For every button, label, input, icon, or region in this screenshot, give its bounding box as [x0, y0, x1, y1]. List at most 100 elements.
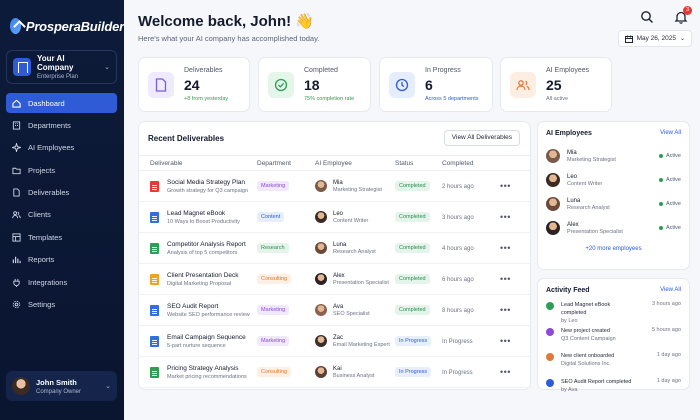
more-options-icon[interactable]: ••• — [500, 274, 511, 284]
sidebar-item-ai-employees[interactable]: AI Employees — [6, 138, 117, 158]
completed-time: In Progress — [442, 338, 473, 345]
table-row[interactable]: Competitor Analysis Report Analysis of t… — [139, 232, 530, 264]
user-menu[interactable]: John Smith Company Owner ⌄ — [6, 371, 117, 401]
employee-role: SEO Specialist — [333, 310, 370, 317]
stat-card-completed[interactable]: Completed 18 75% completion rate — [258, 57, 371, 112]
employee-name: Zac — [333, 334, 344, 341]
date-picker[interactable]: May 26, 2025 ⌄ — [617, 30, 692, 47]
employee-list-item[interactable]: Mia Marketing Strategist Active — [538, 144, 689, 168]
file-icon — [150, 242, 159, 254]
avatar — [315, 180, 327, 192]
card-title: Recent Deliverables — [148, 134, 225, 143]
activity-detail: Q3 Content Campaign — [561, 335, 616, 342]
more-options-icon[interactable]: ••• — [500, 243, 511, 253]
deliverable-title[interactable]: Social Media Strategy Plan — [167, 179, 248, 186]
sidebar-item-reports[interactable]: Reports — [6, 250, 117, 270]
employee-cell: Luna Research Analyst — [315, 242, 395, 255]
stat-card-deliverables[interactable]: Deliverables 24 +8 from yesterday — [138, 57, 250, 112]
employee-role: Content Writer — [333, 217, 369, 224]
deliverable-title[interactable]: Lead Magnet eBook — [167, 210, 240, 217]
user-icon — [546, 353, 554, 361]
avatar — [546, 173, 560, 187]
column-header[interactable]: AI Employee — [315, 155, 395, 171]
stat-sub: 75% completion rate — [304, 96, 355, 102]
file-icon — [150, 211, 159, 223]
more-employees-link[interactable]: +20 more employees — [538, 246, 689, 252]
sidebar-item-settings[interactable]: Settings — [6, 295, 117, 315]
stat-card-in-progress[interactable]: In Progress 6 Across 5 departments — [379, 57, 493, 112]
deliverable-cell: Pricing Strategy Analysis Market pricing… — [139, 365, 257, 380]
sidebar-item-templates[interactable]: Templates — [6, 227, 117, 247]
sidebar-item-projects[interactable]: Projects — [6, 160, 117, 180]
card-title: AI Employees — [546, 130, 592, 137]
deliverable-subtitle: 10 Ways to Boost Productivity — [167, 218, 240, 225]
sidebar-item-dashboard[interactable]: Dashboard — [6, 93, 117, 113]
chevron-down-icon: ⌄ — [104, 64, 110, 71]
completed-time: 2 hours ago — [442, 183, 474, 190]
table-row[interactable]: Lead Magnet eBook 10 Ways to Boost Produ… — [139, 201, 530, 233]
avatar — [546, 221, 560, 235]
document-icon — [13, 188, 20, 197]
activity-feed-card: Activity Feed View All Lead Magnet eBook… — [537, 278, 690, 393]
table-row[interactable]: Social Media Strategy Plan Growth strate… — [139, 170, 530, 202]
column-header[interactable]: Department — [257, 155, 315, 171]
employee-role: Business Analyst — [333, 372, 375, 379]
activity-item[interactable]: SEO Audit Report completed by Ava 1 day … — [538, 378, 689, 404]
sidebar-item-departments[interactable]: Departments — [6, 115, 117, 135]
avatar — [546, 197, 560, 211]
deliverable-title[interactable]: Client Presentation Deck — [167, 272, 239, 279]
sidebar-item-label: Templates — [28, 232, 63, 242]
chevron-down-icon: ⌄ — [105, 383, 111, 390]
employee-cell: Kai Business Analyst — [315, 366, 395, 379]
avatar — [12, 377, 30, 395]
table-row[interactable]: SEO Audit Report Website SEO performance… — [139, 294, 530, 326]
employee-name: Mia — [333, 179, 343, 186]
notifications-button[interactable]: 3 — [674, 6, 692, 24]
employee-list-item[interactable]: Luna Research Analyst Active — [538, 192, 689, 216]
column-header[interactable]: Completed — [442, 155, 500, 171]
recent-deliverables-card: Recent Deliverables View All Deliverable… — [138, 121, 531, 390]
deliverables-table: Deliverable Department AI Employee Statu… — [139, 155, 530, 388]
more-options-icon[interactable]: ••• — [500, 305, 511, 315]
stat-card-ai-employees[interactable]: AI Employees 25 All active — [500, 57, 612, 112]
deliverable-title[interactable]: SEO Audit Report — [167, 303, 250, 310]
company-switcher[interactable]: Your AI Company Enterprise Plan ⌄ — [6, 50, 117, 84]
deliverable-title[interactable]: Pricing Strategy Analysis — [167, 365, 247, 372]
status-badge: Completed — [395, 243, 430, 253]
status-badge: Completed — [395, 212, 430, 222]
brand-logo[interactable]: ProsperaBuilder — [0, 0, 124, 38]
table-row[interactable]: Email Campaign Sequence 5-part nurture s… — [139, 325, 530, 357]
sidebar-item-integrations[interactable]: Integrations — [6, 272, 117, 292]
table-row[interactable]: Client Presentation Deck Digital Marketi… — [139, 263, 530, 295]
search-icon[interactable] — [640, 10, 654, 24]
completed-time: 4 hours ago — [442, 245, 474, 252]
sidebar-item-deliverables[interactable]: Deliverables — [6, 183, 117, 203]
employee-list-item[interactable]: Alex Presentation Specialist Active — [538, 216, 689, 240]
activity-item[interactable]: Lead Magnet eBook completed by Leo 3 hou… — [538, 301, 689, 327]
view-all-activity-link[interactable]: View All — [660, 287, 681, 301]
deliverable-title[interactable]: Competitor Analysis Report — [167, 241, 246, 248]
more-options-icon[interactable]: ••• — [500, 181, 511, 191]
employee-list-item[interactable]: Leo Content Writer Active — [538, 168, 689, 192]
table-row[interactable]: Pricing Strategy Analysis Market pricing… — [139, 356, 530, 388]
sidebar-item-clients[interactable]: Clients — [6, 205, 117, 225]
column-header[interactable]: Deliverable — [139, 155, 257, 171]
view-all-deliverables-button[interactable]: View All Deliverables — [443, 130, 520, 146]
more-options-icon[interactable]: ••• — [500, 367, 511, 377]
column-header[interactable]: Status — [395, 155, 442, 171]
stat-value: 24 — [184, 77, 200, 93]
activity-item[interactable]: New client onboarded Digital Solutions I… — [538, 352, 689, 378]
activity-item[interactable]: New project created Q3 Content Campaign … — [538, 327, 689, 353]
user-name: John Smith — [36, 377, 77, 387]
stat-sub: All active — [546, 96, 569, 102]
avatar — [315, 366, 327, 378]
view-all-employees-link[interactable]: View All — [660, 130, 681, 144]
sidebar-item-label: Projects — [28, 165, 56, 175]
chevron-down-icon: ⌄ — [679, 36, 685, 42]
deliverable-cell: Client Presentation Deck Digital Marketi… — [139, 272, 257, 287]
more-options-icon[interactable]: ••• — [500, 336, 511, 346]
status-badge: Active — [659, 201, 681, 207]
deliverable-title[interactable]: Email Campaign Sequence — [167, 334, 246, 341]
more-options-icon[interactable]: ••• — [500, 212, 511, 222]
table-header-row: Deliverable Department AI Employee Statu… — [139, 155, 530, 171]
